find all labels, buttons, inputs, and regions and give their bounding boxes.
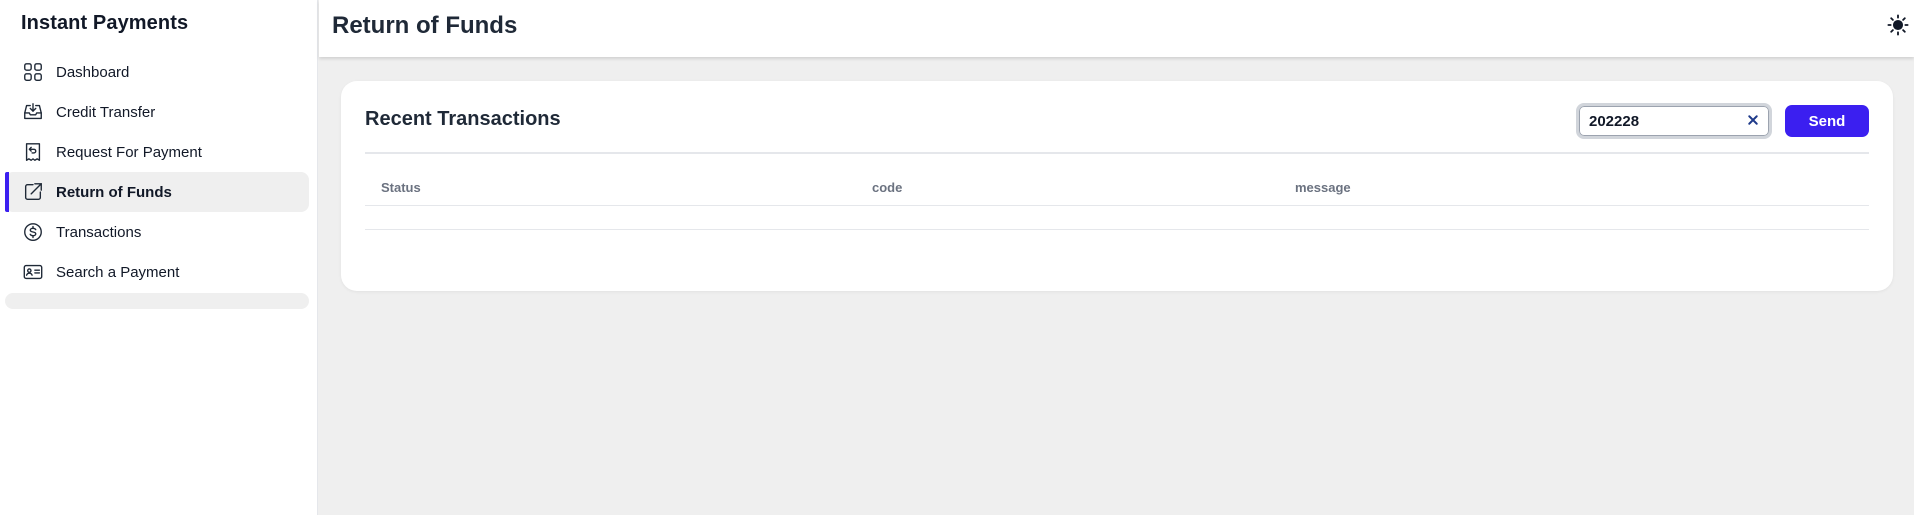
sidebar-item-return-of-funds[interactable]: Return of Funds — [5, 172, 309, 212]
column-header-code[interactable]: code — [872, 180, 902, 195]
sun-icon[interactable] — [1886, 13, 1910, 37]
top-header: Return of Funds — [319, 0, 1914, 57]
transaction-id-input[interactable] — [1589, 110, 1729, 132]
receipt-refund-icon — [22, 141, 44, 163]
dashboard-grid-icon — [22, 61, 44, 83]
send-button[interactable]: Send — [1785, 105, 1869, 137]
id-card-icon — [22, 261, 44, 283]
inbox-download-icon — [22, 101, 44, 123]
sidebar-item-credit-transfer[interactable]: Credit Transfer — [5, 92, 309, 132]
external-link-icon — [22, 181, 44, 203]
recent-transactions-card: Recent Transactions Send Status code mes… — [341, 81, 1893, 291]
sidebar: Instant Payments Dashboard Credit Transf… — [0, 0, 318, 515]
sidebar-item-request-for-payment[interactable]: Request For Payment — [5, 132, 309, 172]
sidebar-scrollbar[interactable] — [5, 293, 309, 309]
column-header-status[interactable]: Status — [381, 180, 421, 195]
dollar-circle-icon — [22, 221, 44, 243]
page-title: Return of Funds — [332, 12, 518, 39]
sidebar-item-label: Search a Payment — [56, 263, 180, 281]
column-header-message[interactable]: message — [1295, 180, 1351, 195]
sidebar-item-label: Transactions — [56, 223, 142, 241]
sidebar-item-label: Credit Transfer — [56, 103, 156, 121]
sidebar-item-transactions[interactable]: Transactions — [5, 212, 309, 252]
card-title: Recent Transactions — [365, 108, 561, 130]
sidebar-item-dashboard[interactable]: Dashboard — [5, 52, 309, 92]
sidebar-item-label: Request For Payment — [56, 143, 202, 161]
app-title: Instant Payments — [21, 12, 189, 34]
divider — [365, 152, 1869, 154]
sidebar-item-label: Return of Funds — [56, 183, 172, 201]
sidebar-item-search-a-payment[interactable]: Search a Payment — [5, 252, 309, 292]
table-body-empty — [365, 206, 1869, 230]
sidebar-nav: Dashboard Credit Transfer Request For Pa… — [5, 52, 309, 292]
transaction-search-field — [1576, 103, 1772, 139]
transactions-table: Status code message — [365, 173, 1869, 230]
sidebar-item-label: Dashboard — [56, 63, 130, 81]
close-icon[interactable] — [1745, 112, 1761, 128]
table-header: Status code message — [365, 173, 1869, 206]
